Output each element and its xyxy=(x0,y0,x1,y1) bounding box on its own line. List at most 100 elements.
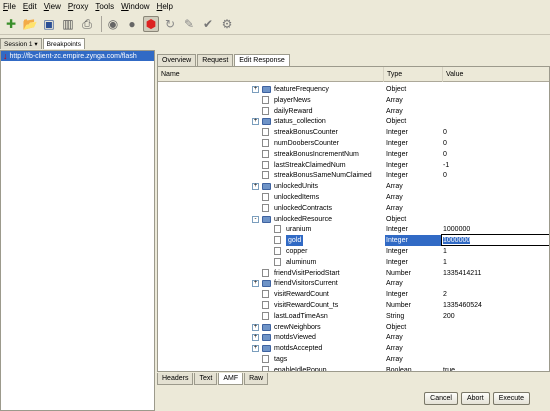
cell-name: + crewNeighbors xyxy=(158,322,384,333)
menu-file[interactable]: File xyxy=(3,2,16,11)
new-icon[interactable]: ✚ xyxy=(3,16,19,32)
tab-request[interactable]: Request xyxy=(197,54,234,66)
tab-headers[interactable]: Headers xyxy=(157,373,194,385)
table-row[interactable]: + unlockedUnits Array xyxy=(158,181,549,192)
expand-icon[interactable]: + xyxy=(252,118,259,126)
cell-type: Array xyxy=(386,194,403,201)
node-icon xyxy=(262,290,269,299)
table-header: Name Type Value xyxy=(158,67,549,82)
node-name: motdsAccepted xyxy=(274,345,323,353)
validate-icon[interactable]: ✔ xyxy=(200,16,216,32)
table-row[interactable]: visitRewardCount Integer 2 xyxy=(158,289,549,300)
node-icon xyxy=(262,149,269,158)
table-row[interactable]: + featureFrequency Object xyxy=(158,84,549,95)
column-header-type[interactable]: Type xyxy=(384,67,443,82)
node-name: friendVisitPeriodStart xyxy=(274,269,340,277)
menu-edit[interactable]: Edit xyxy=(23,2,37,11)
tab-overview[interactable]: Overview xyxy=(157,54,197,66)
open-icon[interactable]: 📂 xyxy=(22,16,38,32)
column-header-value[interactable]: Value xyxy=(443,67,549,82)
table-row[interactable]: streakBonusSameNumClaimed Integer 0 xyxy=(158,170,549,181)
table-row[interactable]: unlockedItems Array xyxy=(158,192,549,203)
cell-value xyxy=(442,343,549,354)
table-row[interactable]: unlockedContracts Array xyxy=(158,203,549,214)
expand-icon[interactable]: + xyxy=(252,280,259,288)
table-row[interactable]: lastLoadTimeAsn String 200 xyxy=(158,311,549,322)
expand-icon[interactable]: + xyxy=(252,345,259,353)
table-row[interactable]: aluminum Integer 1 xyxy=(158,257,549,268)
menu-window[interactable]: Window xyxy=(121,2,149,11)
record-icon[interactable]: ● xyxy=(124,16,140,32)
node-name: enableIdlePopup xyxy=(274,366,327,372)
table-row[interactable]: + friendVisitorsCurrent Array xyxy=(158,278,549,289)
table-row[interactable]: tags Array xyxy=(158,354,549,365)
column-header-name[interactable]: Name xyxy=(158,67,384,82)
throttle-icon[interactable]: ◉ xyxy=(105,16,121,32)
table-row[interactable]: dailyReward Array xyxy=(158,106,549,117)
menu-tools[interactable]: Tools xyxy=(95,2,114,11)
left-tabs: Session 1 ▾ Breakpoints xyxy=(0,38,155,50)
menu-proxy[interactable]: Proxy xyxy=(68,2,88,11)
table-row[interactable]: numDoobersCounter Integer 0 xyxy=(158,138,549,149)
settings-icon[interactable]: ⚙ xyxy=(219,16,235,32)
tab-session-1[interactable]: Session 1 ▾ xyxy=(0,38,42,49)
cell-name: aluminum xyxy=(158,257,384,268)
edit-icon[interactable]: ✎ xyxy=(181,16,197,32)
table-row[interactable]: + motdsViewed Array xyxy=(158,332,549,343)
cell-name: unlockedContracts xyxy=(158,203,384,214)
cell-name: + featureFrequency xyxy=(158,84,384,95)
expand-icon[interactable]: + xyxy=(252,323,259,331)
tab-amf[interactable]: AMF xyxy=(218,373,244,385)
cell-type: Integer xyxy=(386,291,408,299)
expand-icon[interactable]: + xyxy=(252,334,259,342)
table-row[interactable]: enableIdlePopup Boolean true xyxy=(158,365,549,372)
abort-button[interactable]: Abort xyxy=(460,392,490,405)
table-row[interactable]: lastStreakClaimedNum Integer -1 xyxy=(158,160,549,171)
cancel-button[interactable]: Cancel xyxy=(424,392,458,405)
table-row[interactable]: playerNews Array xyxy=(158,95,549,106)
table-row[interactable]: friendVisitPeriodStart Number 1335414211 xyxy=(158,268,549,279)
execute-button[interactable]: Execute xyxy=(492,392,530,405)
repeat-icon[interactable]: ↻ xyxy=(162,16,178,32)
table-row[interactable]: + crewNeighbors Object xyxy=(158,322,549,333)
print-icon[interactable]: ⎙ xyxy=(79,16,95,32)
cell-value[interactable]: 1000000 xyxy=(441,234,549,247)
cell-name: streakBonusCounter xyxy=(158,127,384,138)
table-row[interactable]: streakBonusCounter Integer 0 xyxy=(158,127,549,138)
cell-type: Array xyxy=(386,334,403,342)
toolbar: ✚ 📂 ▣ ▥ ⎙ ◉ ● ⬢ ↻ ✎ ✔ ⚙ xyxy=(0,13,550,35)
table-row[interactable]: + status_collection Object xyxy=(158,116,549,127)
tab-text[interactable]: Text xyxy=(194,373,218,385)
cell-value xyxy=(442,203,549,214)
list-item[interactable]: ↓ http://fb-client-zc.empire.zynga.com/f… xyxy=(1,51,154,61)
collapse-icon[interactable]: - xyxy=(252,215,259,223)
node-name: playerNews xyxy=(274,96,311,104)
value-edit-field[interactable]: 1000000 xyxy=(441,234,549,247)
table-row[interactable]: copper Integer 1 xyxy=(158,246,549,257)
breakpoint-icon[interactable]: ⬢ xyxy=(143,15,159,32)
table-row[interactable]: - unlockedResource Object xyxy=(158,214,549,225)
save-icon[interactable]: ▣ xyxy=(41,16,57,32)
expand-icon[interactable]: + xyxy=(252,86,259,93)
node-icon xyxy=(262,106,269,115)
node-name: featureFrequency xyxy=(274,86,329,93)
folder-icon xyxy=(262,183,271,191)
node-name: copper xyxy=(286,248,308,255)
delete-icon[interactable]: ▥ xyxy=(60,16,76,32)
cell-value xyxy=(442,95,549,106)
node-icon xyxy=(262,171,269,180)
table-row[interactable]: streakBonusIncrementNum Integer 0 xyxy=(158,149,549,160)
folder-icon xyxy=(262,280,271,288)
cell-name: dailyReward xyxy=(158,106,384,117)
menu-help[interactable]: Help xyxy=(157,2,173,11)
menu-view[interactable]: View xyxy=(44,2,61,11)
tab-raw[interactable]: Raw xyxy=(244,373,269,385)
node-name: streakBonusIncrementNum xyxy=(274,150,359,158)
table-row[interactable]: + motdsAccepted Array xyxy=(158,343,549,354)
expand-icon[interactable]: + xyxy=(252,183,259,191)
tab-breakpoints[interactable]: Breakpoints xyxy=(42,38,85,49)
table-row[interactable]: visitRewardCount_ts Number 1335460524 xyxy=(158,300,549,311)
cell-name: visitRewardCount xyxy=(158,289,384,300)
tab-edit-response[interactable]: Edit Response xyxy=(234,54,290,66)
table-row[interactable]: gold Integer 1000000 xyxy=(158,234,549,247)
